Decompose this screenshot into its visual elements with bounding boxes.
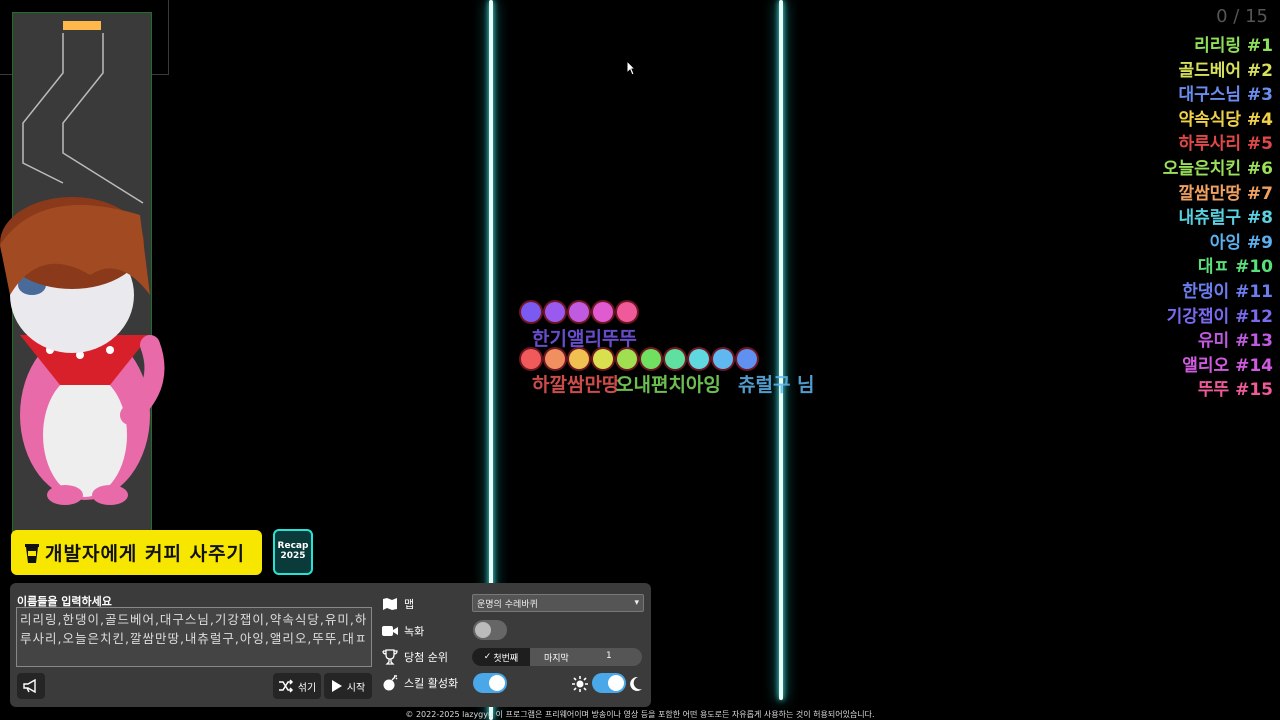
moon-icon — [630, 676, 642, 691]
ranking-item: 대ㅍ #10 — [1197, 257, 1273, 278]
video-camera-icon — [382, 626, 398, 636]
skill-row: 스킬 활성화 — [382, 675, 458, 691]
marble-label: 한기앨리뚜뚜 — [532, 328, 637, 350]
play-icon — [331, 680, 342, 692]
ranking-item: 내츄럴구 #8 — [1178, 208, 1273, 229]
megaphone-icon — [23, 679, 36, 693]
marble — [689, 349, 709, 369]
marble — [665, 349, 685, 369]
skill-label: 스킬 활성화 — [404, 677, 459, 690]
rank-first-button[interactable]: ✓ 첫번째 — [472, 648, 530, 666]
marble-label: 하깔쌈만땅 — [532, 374, 620, 396]
ranking-item: 리리링 #1 — [1194, 36, 1273, 56]
ranking-item: 하루사리 #5 — [1178, 134, 1273, 155]
shuffle-button[interactable]: 섞기 — [273, 673, 321, 699]
ranking-item: 약속식당 #4 — [1178, 109, 1273, 130]
ranking-item: 대구스님 #3 — [1178, 85, 1273, 106]
marble — [593, 349, 613, 369]
trophy-icon — [382, 649, 398, 665]
theme-toggle[interactable] — [592, 673, 626, 693]
winning-rank-control: ✓ 첫번째 마지막 1 — [472, 648, 642, 666]
mascot-avatar — [0, 185, 170, 515]
ranking-item: 유미 #13 — [1197, 331, 1273, 352]
record-toggle[interactable] — [473, 620, 507, 640]
mouse-cursor-icon — [626, 60, 636, 76]
map-row: 맵 — [382, 596, 414, 612]
start-button[interactable]: 시작 — [324, 673, 372, 699]
ranking-item: 뚜뚜 #15 — [1197, 380, 1273, 401]
map-select[interactable]: 운명의 수레바퀴 ▾ — [472, 594, 644, 612]
recap-2025-button[interactable]: Recap 2025 — [273, 529, 313, 575]
marble — [593, 302, 613, 322]
names-input[interactable]: 리리링,한댕이,골드베어,대구스님,기강잽이,약속식당,유미,하루사리,오늘은치… — [16, 607, 372, 667]
minimap-marbles — [63, 21, 101, 30]
ranking-item: 앨리오 #14 — [1182, 355, 1273, 376]
check-icon: ✓ — [483, 652, 492, 662]
winning-rank-label: 당첨 순위 — [404, 651, 448, 664]
marble — [737, 349, 757, 369]
map-label: 맵 — [404, 598, 415, 611]
shuffle-icon — [278, 679, 293, 693]
buy-coffee-button[interactable]: 개발자에게 커피 사주기 — [11, 530, 262, 575]
rank-number-input[interactable]: 1 — [606, 651, 612, 661]
record-row: 녹화 — [382, 623, 424, 639]
marble-label: 오내편치아잉 — [616, 374, 721, 396]
marble — [617, 349, 637, 369]
marble — [641, 349, 661, 369]
start-label: 시작 — [346, 682, 366, 694]
marble — [617, 302, 637, 322]
announce-button[interactable] — [17, 673, 45, 699]
map-select-value: 운명의 수레바퀴 — [477, 599, 538, 610]
recap-label: Recap — [277, 541, 309, 551]
record-label: 녹화 — [404, 625, 425, 638]
rank-last-button[interactable]: 마지막 — [544, 651, 569, 664]
marble — [521, 302, 541, 322]
shuffle-label: 섞기 — [297, 682, 317, 694]
marble — [545, 349, 565, 369]
marble — [569, 302, 589, 322]
footer-copyright: © 2022-2025 lazygyu 이 프로그램은 프리웨어이며 방송이나 … — [405, 710, 875, 719]
control-panel: 이름들을 입력하세요 리리링,한댕이,골드베어,대구스님,기강잽이,약속식당,유… — [10, 583, 651, 707]
finish-counter: 0 / 15 — [1216, 6, 1268, 27]
marble-label: 츄럴구 님 — [738, 374, 815, 396]
sun-icon — [572, 676, 588, 692]
buy-coffee-label: 개발자에게 커피 사주기 — [45, 543, 246, 565]
track-wall-right — [779, 0, 783, 700]
ranking-item: 깔쌈만땅 #7 — [1178, 183, 1273, 204]
chevron-down-icon: ▾ — [634, 598, 639, 608]
ranking-item: 오늘은치킨 #6 — [1162, 158, 1273, 179]
ranking-list: 리리링 #1 골드베어 #2 대구스님 #3 약속식당 #4 하루사리 #5 오늘은치킨 … — [1163, 34, 1273, 403]
marble — [521, 349, 541, 369]
marble — [569, 349, 589, 369]
marble — [713, 349, 733, 369]
skill-toggle[interactable] — [473, 673, 507, 693]
recap-year: 2025 — [280, 551, 306, 561]
marble — [545, 302, 565, 322]
map-icon — [383, 598, 397, 610]
ranking-item: 한댕이 #11 — [1182, 281, 1273, 302]
ranking-item: 아잉 #9 — [1209, 232, 1273, 253]
ranking-item: 골드베어 #2 — [1178, 60, 1273, 81]
ranking-item: 기강잽이 #12 — [1166, 306, 1273, 327]
coffee-cup-icon — [25, 543, 39, 563]
bomb-icon — [383, 675, 398, 691]
winning-rank-row: 당첨 순위 — [382, 649, 448, 665]
rank-first-label: 첫번째 — [493, 653, 519, 664]
